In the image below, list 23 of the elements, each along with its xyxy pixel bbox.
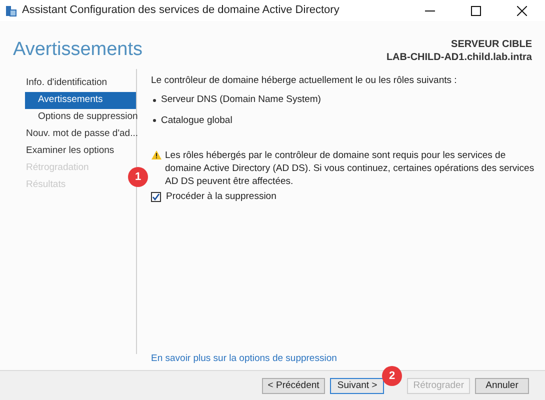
page-title: Avertissements xyxy=(13,40,143,59)
nav-item[interactable]: Examiner les options xyxy=(25,143,116,160)
warning-icon xyxy=(151,150,162,160)
nav-item[interactable]: Nouv. mot de passe d'ad... xyxy=(25,126,140,143)
close-icon xyxy=(517,6,527,16)
intro-text: Le contrôleur de domaine héberge actuellement le ou les rôles suivants : xyxy=(151,74,458,88)
dialog-button[interactable]: Suivant > xyxy=(330,378,384,394)
target-server-name: LAB-CHILD-AD1.child.lab.intra xyxy=(386,51,532,64)
maximize-icon xyxy=(471,6,481,16)
nav-item[interactable]: Avertissements xyxy=(25,92,136,109)
checkbox-label[interactable]: Procéder à la suppression xyxy=(166,190,276,204)
checkbox[interactable] xyxy=(151,192,161,202)
target-label: SERVEUR CIBLE xyxy=(451,38,532,51)
role-item: Catalogue global xyxy=(151,114,537,128)
learn-more-link[interactable]: En savoir plus sur la options de suppression xyxy=(151,352,537,366)
warning-text: Les rôles hébergés par le contrôleur de domaine sont requis pour les services de domaine Active Directory (AD DS). Si vous continuez, certaines opérations des services AD DS peuvent être affectées. xyxy=(165,148,536,188)
role-item: Serveur DNS (Domain Name System) xyxy=(151,93,537,108)
window-title: Assistant Configuration des services de domaine Active Directory xyxy=(22,3,340,18)
app-icon xyxy=(5,4,17,16)
nav-item[interactable]: Options de suppression xyxy=(25,109,140,126)
dialog-button[interactable]: < Précédent xyxy=(262,378,326,394)
nav-item[interactable]: Info. d'identification xyxy=(25,75,110,92)
dialog-button[interactable]: Annuler xyxy=(475,378,529,394)
